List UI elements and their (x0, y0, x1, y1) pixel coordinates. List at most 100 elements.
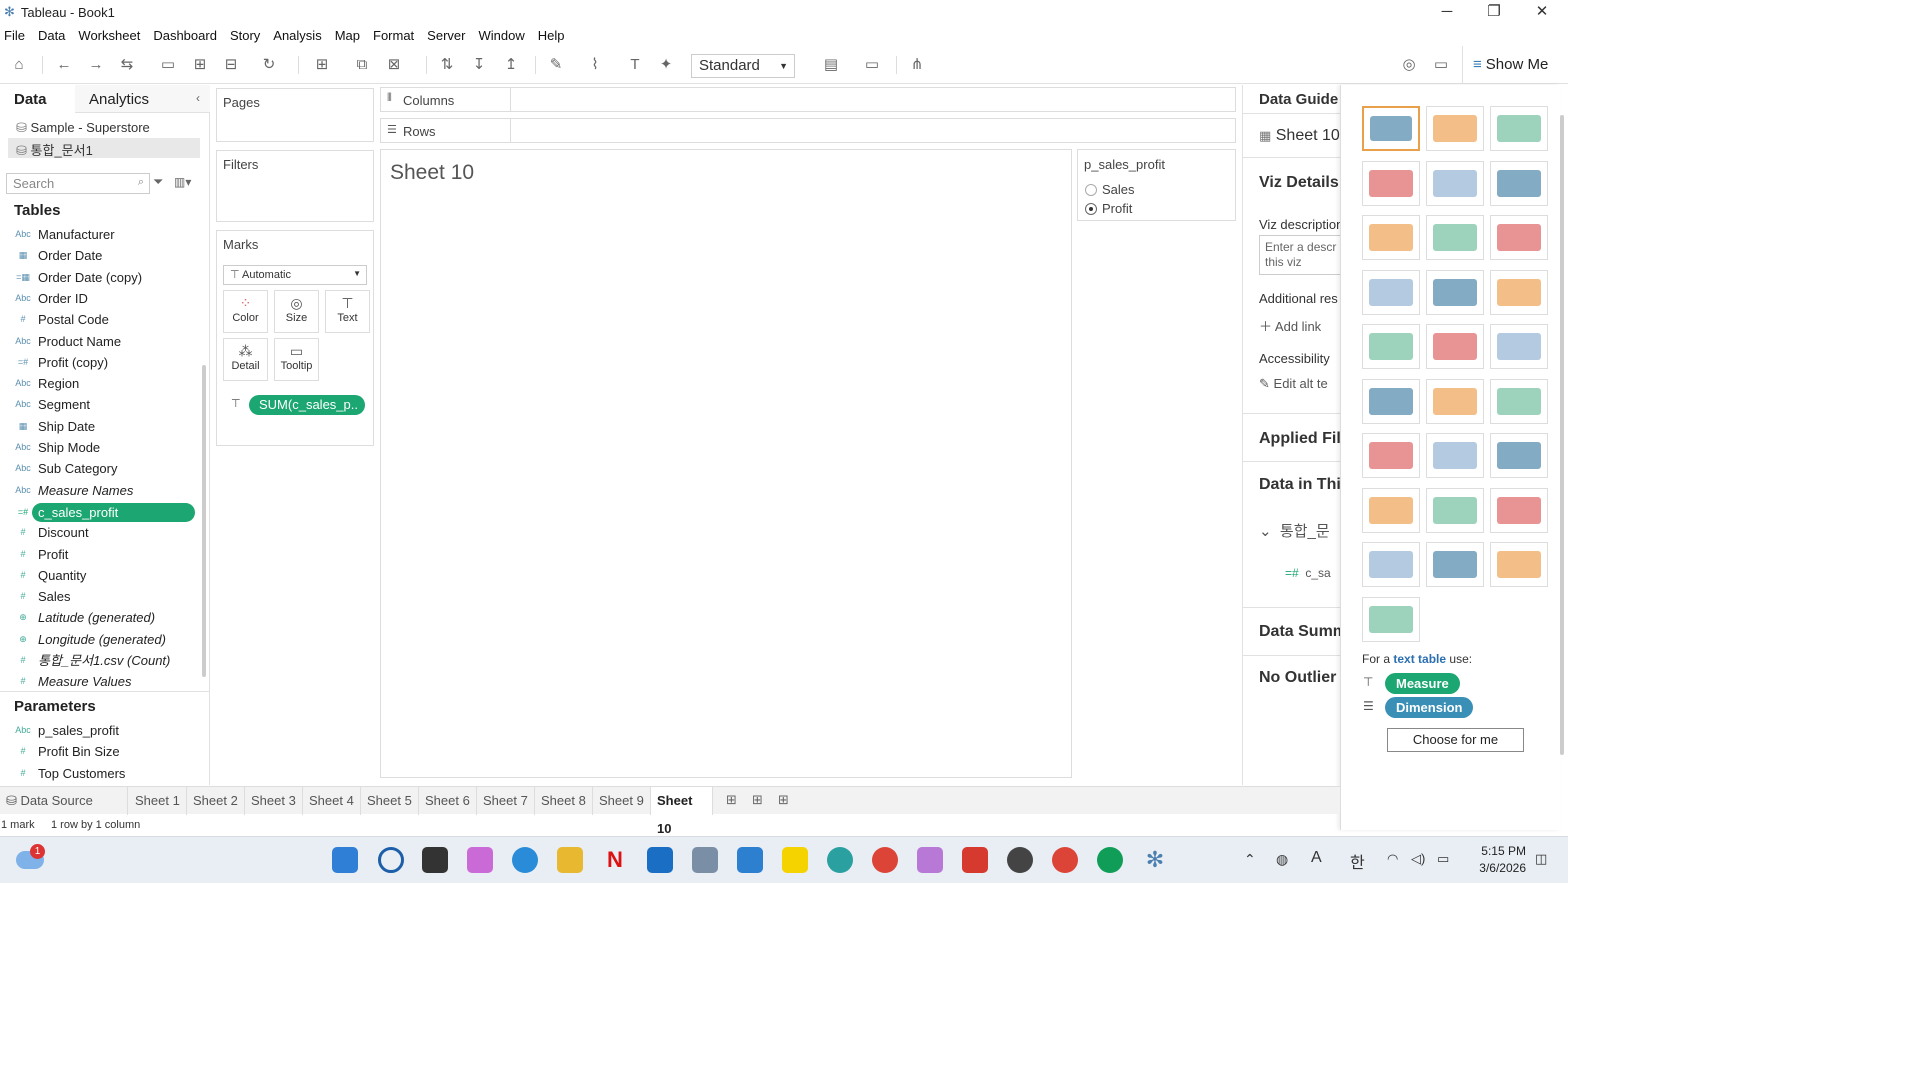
tooltip-button[interactable]: ▭ Tooltip (274, 338, 319, 381)
search-taskbar-icon[interactable] (378, 847, 404, 873)
field-item[interactable]: Abc Manufacturer (0, 224, 200, 245)
viz-description-input[interactable]: Enter a descr this viz (1259, 235, 1340, 275)
fix-axes-icon[interactable]: ✦ (655, 54, 677, 76)
field-item[interactable]: # Measure Values (0, 671, 200, 692)
highlight-icon[interactable]: ✎ (545, 54, 567, 76)
tab-analytics[interactable]: Analytics (89, 91, 149, 108)
sankey-icon[interactable] (1490, 542, 1548, 587)
field-item[interactable]: ▦ Order Date (0, 245, 200, 266)
horizontal-bars-icon[interactable] (1362, 215, 1420, 260)
donut-icon[interactable] (1362, 542, 1420, 587)
redo-icon[interactable]: → (85, 54, 107, 76)
pause-updates-icon[interactable]: ⊟ (220, 54, 242, 76)
text-table-icon[interactable] (1362, 106, 1420, 151)
swap-icon[interactable]: ⇅ (436, 54, 458, 76)
calculator-icon[interactable] (692, 847, 718, 873)
sheet-tab[interactable]: Sheet 7 (477, 787, 535, 815)
treemap-icon[interactable] (1362, 269, 1420, 315)
presentation-icon[interactable]: ▭ (861, 54, 883, 76)
menu-story[interactable]: Story (230, 28, 260, 43)
group-icon[interactable]: ⌇ (584, 54, 606, 76)
new-story-icon[interactable]: ⊞ (778, 792, 789, 808)
field-item[interactable]: # Profit (0, 544, 200, 565)
agent-icon[interactable]: ◎ (1398, 54, 1420, 76)
pie-chart-icon[interactable] (1490, 160, 1548, 206)
notifications-icon[interactable]: ◫ (1535, 851, 1547, 867)
lollipop-icon[interactable] (1426, 542, 1484, 587)
gantt-chart-icon[interactable] (1362, 487, 1420, 533)
pdf-icon[interactable] (962, 847, 988, 873)
field-item[interactable]: ⊕ Longitude (generated) (0, 629, 200, 650)
box-whisker-icon[interactable] (1490, 433, 1548, 478)
duplicate-sheet-icon[interactable]: ⧉ (351, 54, 373, 76)
tab-data[interactable]: Data (0, 85, 75, 114)
field-item[interactable]: # Sales (0, 586, 200, 607)
minimize-button[interactable]: ─ (1430, 2, 1464, 22)
scatter-plot-icon[interactable] (1362, 433, 1420, 478)
circle-views-icon[interactable] (1426, 269, 1484, 315)
show-me-scrollbar[interactable] (1560, 115, 1564, 755)
field-item[interactable]: # Postal Code (0, 309, 200, 330)
filled-map-icon[interactable] (1426, 160, 1484, 206)
detail-button[interactable]: ⁂ Detail (223, 338, 268, 381)
replay-icon[interactable]: ⇆ (116, 54, 138, 76)
sheet-tab[interactable]: Sheet 9 (593, 787, 651, 815)
dual-lines-icon[interactable] (1490, 324, 1548, 369)
pages-card[interactable]: Pages (216, 88, 374, 142)
new-dashboard-icon[interactable]: ⊞ (752, 792, 763, 808)
field-item[interactable]: Abc Product Name (0, 331, 200, 352)
field-item[interactable]: # Discount (0, 522, 200, 543)
kakaotalk-icon[interactable] (782, 847, 808, 873)
edge-icon[interactable] (827, 847, 853, 873)
field-item[interactable]: ⊕ Latitude (generated) (0, 607, 200, 628)
undo-icon[interactable]: ← (53, 54, 75, 76)
sheet-tab[interactable]: Sheet 5 (361, 787, 419, 815)
search-input[interactable]: Search ⌕ (6, 173, 150, 194)
new-worksheet-icon[interactable]: ⊞ (311, 54, 333, 76)
chrome-icon-2[interactable] (1052, 847, 1078, 873)
mark-type-select[interactable]: ⊤ Automatic ▼ (223, 265, 367, 285)
rows-shelf[interactable]: ☰ Rows (380, 118, 1236, 143)
radio-profit[interactable]: Profit (1085, 201, 1132, 216)
chrome-icon[interactable] (872, 847, 898, 873)
labels-icon[interactable]: T (624, 54, 646, 76)
field-item[interactable]: =▦ Order Date (copy) (0, 267, 200, 288)
scrollbar[interactable] (202, 365, 206, 677)
radio-sales[interactable]: Sales (1085, 182, 1135, 197)
area-discrete-icon[interactable] (1426, 378, 1484, 424)
columns-shelf[interactable]: ⦀ Columns (380, 87, 1236, 112)
side-by-side-circles-icon[interactable] (1490, 269, 1548, 315)
battery-icon[interactable]: ▭ (1437, 851, 1449, 867)
symbol-map-icon[interactable] (1362, 160, 1420, 206)
filters-card[interactable]: Filters (216, 150, 374, 222)
menu-server[interactable]: Server (427, 28, 465, 43)
tray-chevron-icon[interactable]: ⌃ (1244, 851, 1256, 868)
taskview-icon[interactable] (422, 847, 448, 873)
field-item[interactable]: Abc Ship Mode (0, 437, 200, 458)
dual-combination-icon[interactable] (1490, 378, 1548, 424)
guide-source-row[interactable]: ⌄ 통합_문 (1259, 520, 1330, 541)
text-button[interactable]: ⊤ Text (325, 290, 370, 333)
save-icon[interactable]: ▭ (157, 54, 179, 76)
menu-dashboard[interactable]: Dashboard (153, 28, 217, 43)
sheet-tab[interactable]: Sheet 2 (187, 787, 245, 815)
measure-pill[interactable]: SUM(c_sales_p.. (249, 395, 365, 415)
bullet-graph-icon[interactable] (1426, 487, 1484, 533)
field-item[interactable]: =# c_sales_profit (18, 502, 195, 522)
side-by-side-bars-icon[interactable] (1490, 215, 1548, 260)
app-icon-2[interactable] (1007, 847, 1033, 873)
fit-select[interactable]: Standard ▼ (691, 54, 795, 78)
area-continuous-icon[interactable] (1362, 378, 1420, 424)
sort-asc-icon[interactable]: ↧ (468, 54, 490, 76)
field-item[interactable]: =# Profit (copy) (0, 352, 200, 373)
size-button[interactable]: ◎ Size (274, 290, 319, 333)
start-icon[interactable] (332, 847, 358, 873)
continuous-lines-icon[interactable] (1362, 324, 1420, 369)
menu-data[interactable]: Data (38, 28, 65, 43)
ime-indicator[interactable]: 한 (1350, 849, 1365, 873)
close-button[interactable]: ✕ (1525, 2, 1559, 22)
sheet-tab[interactable]: Sheet 10 (651, 787, 713, 836)
datasource-superstore[interactable]: ⛁ Sample - Superstore (16, 120, 150, 136)
datasource-workbook[interactable]: ⛁ 통합_문서1 (8, 138, 200, 158)
sheet-tab[interactable]: Sheet 6 (419, 787, 477, 815)
